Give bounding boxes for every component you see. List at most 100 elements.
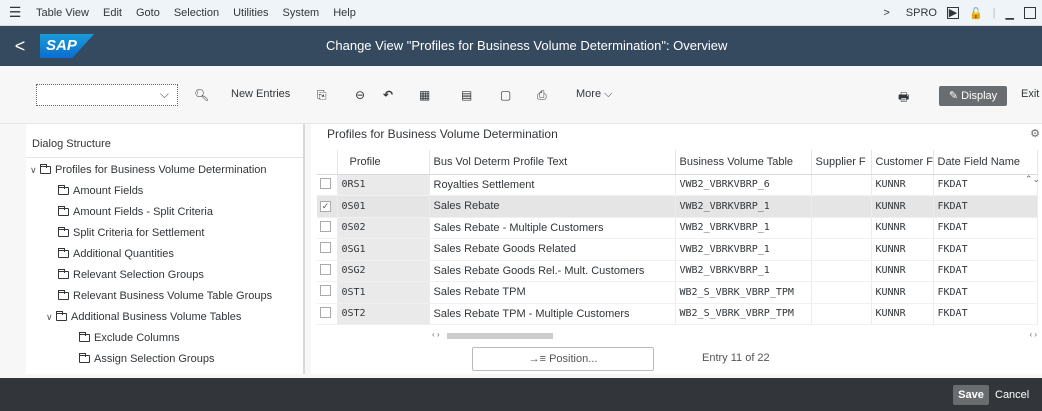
copy-icon[interactable]: ⎘ — [317, 88, 327, 103]
table-row[interactable]: 0ST1 Sales Rebate TPM WB2_S_VBRK_VBRP_TPM K… — [317, 281, 1038, 304]
settings-icon[interactable]: ⚙ — [1030, 127, 1040, 140]
checkbox-icon[interactable] — [320, 263, 331, 275]
cell-text[interactable]: Sales Rebate Goods Rel.- Mult. Customers — [429, 260, 676, 282]
scroll-left-right-icon[interactable]: ‹ › — [432, 330, 440, 339]
menu-table-view[interactable]: Table View — [36, 7, 89, 19]
row-select-checkbox[interactable] — [317, 281, 338, 304]
chevron-down-icon[interactable]: ∨ — [46, 307, 54, 328]
scroll-left-right-icon[interactable]: ‹ › — [1029, 330, 1037, 339]
cell-date[interactable]: FKDAT — [933, 281, 1038, 304]
maximize-icon[interactable] — [1024, 7, 1036, 19]
cell-bv-table[interactable]: VWB2_VBRKVBRP_1 — [675, 260, 812, 282]
tree-item-profiles[interactable]: ∨ Profiles for Business Volume Determinat… — [30, 160, 267, 181]
cell-bv-table[interactable]: VWB2_VBRKVBRP_1 — [675, 238, 812, 261]
cell-text[interactable]: Sales Rebate - Multiple Customers — [429, 217, 676, 239]
table-row[interactable]: 0SG2 Sales Rebate Goods Rel.- Mult. Custo… — [317, 260, 1038, 282]
command-field[interactable]: ⌵ — [36, 84, 178, 106]
checkbox-checked-icon[interactable]: ✓ — [320, 201, 331, 213]
checkbox-icon[interactable] — [320, 285, 331, 297]
tree-item-selection-groups[interactable]: Relevant Selection Groups — [58, 265, 204, 286]
column-header-text[interactable]: Bus Vol Determ Profile Text — [429, 150, 676, 175]
cell-text[interactable]: Sales Rebate TPM - Multiple Customers — [429, 303, 676, 325]
cell-profile[interactable]: 0ST2 — [337, 303, 430, 325]
exit-button[interactable]: Exit — [1021, 88, 1039, 100]
scrollbar-thumb[interactable] — [447, 333, 553, 339]
unlock-icon[interactable]: 🔓 — [969, 7, 983, 20]
cell-date[interactable]: FKDAT — [933, 303, 1038, 325]
menu-edit[interactable]: Edit — [103, 7, 122, 19]
menu-selection[interactable]: Selection — [174, 7, 219, 19]
row-select-checkbox[interactable]: ✓ — [317, 195, 338, 218]
more-button[interactable]: More ⌵ — [576, 88, 612, 101]
cell-supplier[interactable] — [811, 281, 872, 304]
checkbox-icon[interactable] — [320, 220, 331, 232]
cell-profile[interactable]: 0S02 — [337, 217, 430, 239]
cell-text[interactable]: Royalties Settlement — [429, 174, 676, 196]
cell-customer[interactable]: KUNNR — [871, 303, 934, 325]
menu-system[interactable]: System — [283, 7, 320, 19]
table-row[interactable]: 0S02 Sales Rebate - Multiple Customers VWB… — [317, 217, 1038, 239]
print-preview-icon[interactable]: ⎙ — [537, 88, 547, 103]
checkbox-icon[interactable] — [320, 242, 331, 254]
menu-help[interactable]: Help — [333, 7, 356, 19]
forward-icon[interactable]: > — [883, 7, 889, 19]
select-all-icon[interactable]: ▦ — [419, 88, 430, 102]
position-button[interactable]: →≡ Position... — [472, 347, 654, 371]
display-button[interactable]: ✎ Display — [939, 86, 1007, 106]
back-icon[interactable]: < — [0, 36, 40, 57]
tree-item-bv-table-groups[interactable]: Relevant Business Volume Table Groups — [58, 286, 272, 307]
cell-bv-table[interactable]: VWB2_VBRKVBRP_1 — [675, 195, 812, 218]
column-header-date[interactable]: Date Field Name — [933, 150, 1038, 175]
cell-customer[interactable]: KUNNR — [871, 238, 934, 261]
hamburger-menu-icon[interactable]: ☰ — [4, 4, 26, 21]
row-select-checkbox[interactable] — [317, 174, 338, 196]
cell-bv-table[interactable]: VWB2_VBRKVBRP_6 — [675, 174, 812, 196]
row-select-checkbox[interactable] — [317, 260, 338, 282]
column-header-supplier[interactable]: Supplier F — [811, 150, 872, 175]
chevron-down-icon[interactable]: ⌵ — [160, 87, 169, 102]
scroll-up-down-icon[interactable]: ⌃⌄ — [1025, 174, 1040, 185]
row-select-checkbox[interactable] — [317, 238, 338, 261]
find-icon[interactable]: 🔍︎ — [194, 88, 209, 102]
cell-supplier[interactable] — [811, 217, 872, 239]
table-row[interactable]: 0SG1 Sales Rebate Goods Related VWB2_VBRKV… — [317, 238, 1038, 261]
cell-customer[interactable]: KUNNR — [871, 260, 934, 282]
tree-item-amount-fields[interactable]: Amount Fields — [58, 181, 143, 202]
checkbox-icon[interactable] — [320, 306, 331, 318]
horizontal-scrollbar[interactable]: ‹ › ‹ › — [432, 330, 1037, 340]
cell-supplier[interactable] — [811, 238, 872, 261]
menu-goto[interactable]: Goto — [136, 7, 160, 19]
cell-bv-table[interactable]: VWB2_VBRKVBRP_1 — [675, 217, 812, 239]
undo-icon[interactable]: ↶ — [383, 88, 393, 102]
select-block-icon[interactable]: ▤ — [461, 88, 472, 102]
cell-profile[interactable]: 0ST1 — [337, 281, 430, 304]
cell-profile[interactable]: 0SG2 — [337, 260, 430, 282]
cell-supplier[interactable] — [811, 303, 872, 325]
new-entries-button[interactable]: New Entries — [231, 88, 290, 100]
table-row[interactable]: 0RS1 Royalties Settlement VWB2_VBRKVBRP_6 K… — [317, 174, 1038, 196]
tree-item-assign-selection-groups[interactable]: Assign Selection Groups — [79, 349, 214, 370]
menu-utilities[interactable]: Utilities — [233, 7, 268, 19]
cell-customer[interactable]: KUNNR — [871, 174, 934, 196]
cell-customer[interactable]: KUNNR — [871, 217, 934, 239]
chevron-down-icon[interactable]: ∨ — [30, 160, 38, 181]
cell-bv-table[interactable]: WB2_S_VBRK_VBRP_TPM — [675, 281, 812, 304]
tree-item-amount-fields-split[interactable]: Amount Fields - Split Criteria — [58, 202, 213, 223]
tree-item-additional-quantities[interactable]: Additional Quantities — [58, 244, 174, 265]
delete-icon[interactable]: ⊖ — [355, 88, 365, 102]
table-row[interactable]: ✓ 0S01 Sales Rebate VWB2_VBRKVBRP_1 KUNNR FKD… — [317, 195, 1038, 218]
deselect-all-icon[interactable]: ▢ — [500, 88, 511, 102]
save-button[interactable]: Save — [953, 385, 989, 405]
cancel-button[interactable]: Cancel — [995, 385, 1029, 405]
cell-text[interactable]: Sales Rebate Goods Related — [429, 238, 676, 261]
column-header-bv-table[interactable]: Business Volume Table — [675, 150, 812, 175]
tree-item-exclude-columns[interactable]: Exclude Columns — [79, 328, 180, 349]
cell-supplier[interactable] — [811, 174, 872, 196]
cell-supplier[interactable] — [811, 260, 872, 282]
cell-profile[interactable]: 0SG1 — [337, 238, 430, 261]
table-row[interactable]: 0ST2 Sales Rebate TPM - Multiple Customer… — [317, 303, 1038, 325]
checkbox-icon[interactable] — [320, 177, 331, 189]
cell-bv-table[interactable]: WB2_S_VBRK_VBRP_TPM — [675, 303, 812, 325]
cell-text[interactable]: Sales Rebate TPM — [429, 281, 676, 304]
cell-date[interactable]: FKDAT — [933, 238, 1038, 261]
